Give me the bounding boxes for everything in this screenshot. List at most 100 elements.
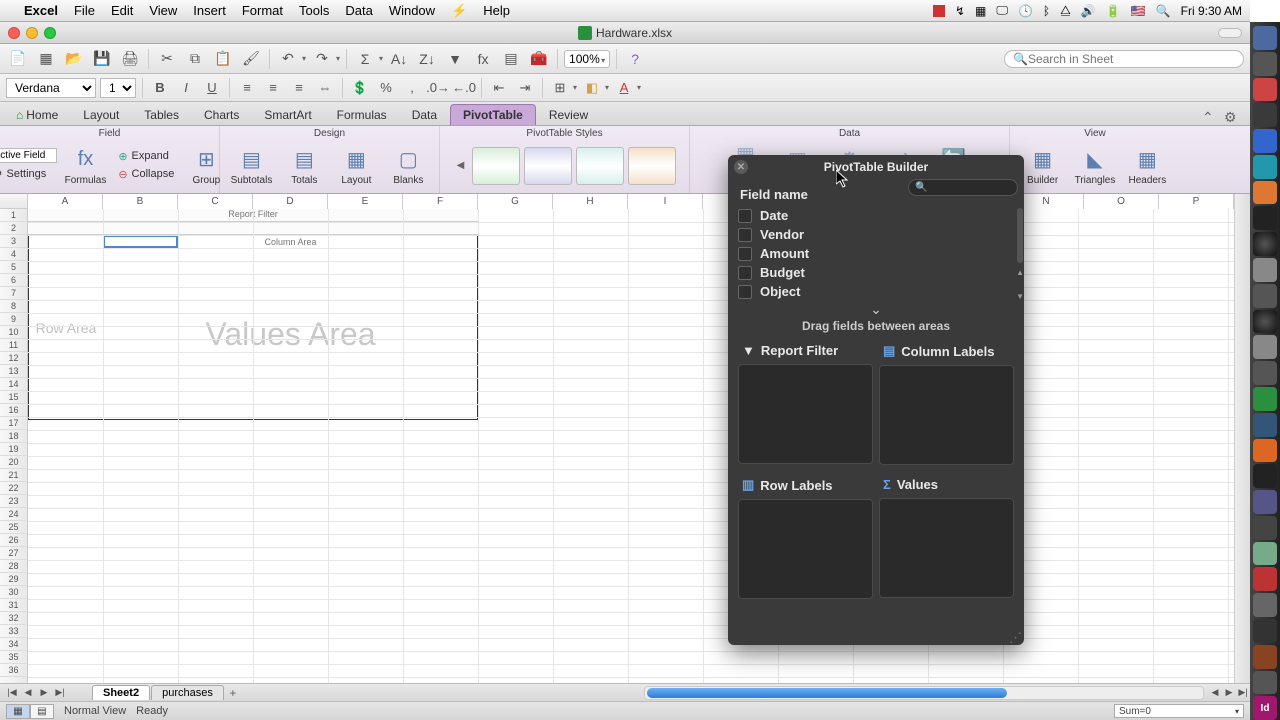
row-header-27[interactable]: 27 — [0, 547, 27, 560]
expose-icon[interactable]: ▦ — [975, 4, 986, 18]
bold-button[interactable]: B — [149, 78, 171, 98]
row-header-6[interactable]: 6 — [0, 274, 27, 287]
row-header-34[interactable]: 34 — [0, 638, 27, 651]
row-header-23[interactable]: 23 — [0, 495, 27, 508]
col-header-P[interactable]: P — [1159, 194, 1234, 209]
totals-button[interactable]: ▤Totals — [280, 139, 328, 191]
decrease-indent-button[interactable]: ⇤ — [488, 78, 510, 98]
volume-icon[interactable]: 🔊 — [1081, 4, 1096, 18]
window-zoom-button[interactable] — [44, 27, 56, 39]
status-sum[interactable]: Sum=0▾ — [1114, 704, 1244, 718]
autosum-button[interactable]: Σ — [353, 48, 377, 70]
tab-smartart[interactable]: SmartArt — [252, 105, 323, 125]
sheet-nav-first[interactable]: |◀ — [4, 685, 20, 701]
help-button[interactable]: ? — [623, 48, 647, 70]
tab-pivottable[interactable]: PivotTable — [450, 104, 536, 125]
dock-excel-icon[interactable] — [1253, 387, 1277, 411]
row-header-14[interactable]: 14 — [0, 378, 27, 391]
timemachine-icon[interactable]: 🕓 — [1018, 4, 1033, 18]
paste-button[interactable]: 📋 — [211, 48, 235, 70]
row-header-1[interactable]: 1 — [0, 209, 27, 222]
new-from-template-button[interactable]: ▦ — [34, 48, 58, 70]
styles-prev-button[interactable]: ◀ — [454, 147, 468, 185]
sort-desc-button[interactable]: Z↓ — [415, 48, 439, 70]
collapse-button[interactable]: ⊖Collapse — [114, 166, 178, 183]
dock-app-icon[interactable] — [1253, 542, 1277, 566]
field-vendor[interactable]: Vendor — [738, 225, 1014, 244]
pivot-style-1[interactable] — [472, 147, 520, 185]
flag-icon[interactable]: 🇺🇸 — [1131, 4, 1146, 18]
dock-app-icon[interactable] — [1253, 593, 1277, 617]
select-all-corner[interactable] — [0, 194, 28, 209]
italic-button[interactable]: I — [175, 78, 197, 98]
redo-button[interactable]: ↷ — [310, 48, 334, 70]
row-header-29[interactable]: 29 — [0, 573, 27, 586]
save-button[interactable]: 💾 — [90, 48, 114, 70]
col-header-B[interactable]: B — [103, 194, 178, 209]
row-header-9[interactable]: 9 — [0, 313, 27, 326]
dock-trash-icon[interactable] — [1253, 671, 1277, 695]
dock-finder-icon[interactable] — [1253, 26, 1277, 50]
script-menu-icon[interactable]: ⚡ — [451, 3, 467, 19]
tab-data[interactable]: Data — [400, 105, 449, 125]
field-amount[interactable]: Amount — [738, 244, 1014, 263]
menu-help[interactable]: Help — [483, 3, 510, 18]
dock-app-icon[interactable] — [1253, 155, 1277, 179]
scroll-up-arrow-icon[interactable]: ▲ — [1016, 268, 1024, 277]
hscroll-end-arrow[interactable]: ▶| — [1236, 687, 1250, 698]
menu-data[interactable]: Data — [345, 3, 372, 18]
toolbox-button[interactable]: 🧰 — [527, 48, 551, 70]
wifi-icon[interactable]: ⧋ — [1060, 3, 1071, 18]
sheet-tab-purchases[interactable]: purchases — [151, 685, 224, 700]
app-name[interactable]: Excel — [24, 3, 58, 18]
col-header-F[interactable]: F — [403, 194, 478, 209]
col-header-I[interactable]: I — [628, 194, 703, 209]
menu-insert[interactable]: Insert — [193, 3, 226, 18]
dock-app-icon[interactable] — [1253, 181, 1277, 205]
battery-icon[interactable]: 🔋 — [1106, 4, 1121, 18]
status-red-icon[interactable] — [933, 5, 945, 17]
sheet-nav-prev[interactable]: ◀ — [20, 685, 36, 701]
window-minimize-button[interactable] — [26, 27, 38, 39]
dock-safari-icon[interactable] — [1253, 129, 1277, 153]
font-family-select[interactable]: Verdana — [6, 78, 96, 98]
row-header-19[interactable]: 19 — [0, 443, 27, 456]
sort-asc-button[interactable]: A↓ — [387, 48, 411, 70]
row-header-25[interactable]: 25 — [0, 521, 27, 534]
menu-view[interactable]: View — [149, 3, 177, 18]
row-header-10[interactable]: 10 — [0, 326, 27, 339]
dock-app-icon[interactable] — [1253, 464, 1277, 488]
dock-app-icon[interactable] — [1253, 619, 1277, 643]
col-header-C[interactable]: C — [178, 194, 253, 209]
tab-home[interactable]: ⌂Home — [4, 105, 70, 125]
expand-button[interactable]: ⊕Expand — [114, 148, 178, 165]
row-header-15[interactable]: 15 — [0, 391, 27, 404]
filter-button[interactable]: ▼ — [443, 48, 467, 70]
field-date[interactable]: Date — [738, 206, 1014, 225]
col-header-O[interactable]: O — [1084, 194, 1159, 209]
row-header-21[interactable]: 21 — [0, 469, 27, 482]
display-icon[interactable]: 🖵 — [996, 3, 1008, 18]
open-button[interactable]: 📂 — [62, 48, 86, 70]
hscroll-left-arrow[interactable]: ◀ — [1208, 687, 1222, 698]
field-list-scrollbar[interactable]: ▲ ▼ — [1014, 206, 1024, 301]
menu-file[interactable]: File — [74, 3, 95, 18]
page-layout-view-button[interactable]: ▤ — [30, 704, 54, 719]
add-sheet-button[interactable]: + — [225, 686, 241, 700]
cells-grid[interactable]: Report Filter Row Area Column Area Value… — [28, 209, 1234, 683]
builder-close-button[interactable]: ✕ — [734, 160, 748, 174]
formulas-button[interactable]: fxFormulas — [61, 139, 111, 191]
zoom-select[interactable]: 100% ▾ — [564, 50, 610, 68]
clock[interactable]: Fri 9:30 AM — [1181, 4, 1242, 18]
row-header-12[interactable]: 12 — [0, 352, 27, 365]
drop-zone-column-labels[interactable]: ▤Column Labels — [879, 341, 1014, 469]
dock-app-icon[interactable] — [1253, 645, 1277, 669]
pivot-style-2[interactable] — [524, 147, 572, 185]
row-header-2[interactable]: 2 — [0, 222, 27, 235]
menu-tools[interactable]: Tools — [299, 3, 329, 18]
active-field-box[interactable]: Active Field — [0, 148, 57, 163]
tab-tables[interactable]: Tables — [132, 105, 191, 125]
dock-word-icon[interactable] — [1253, 413, 1277, 437]
col-header-A[interactable]: A — [28, 194, 103, 209]
headers-button[interactable]: ▦Headers — [1123, 139, 1171, 191]
